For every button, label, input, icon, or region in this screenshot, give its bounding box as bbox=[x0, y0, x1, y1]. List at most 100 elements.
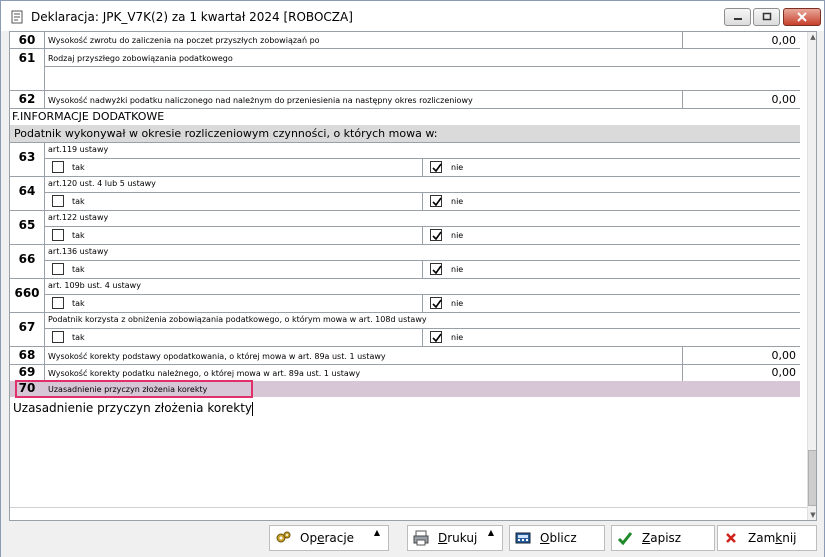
value-field-69[interactable]: 0,00 bbox=[686, 366, 797, 379]
scroll-thumb[interactable] bbox=[808, 450, 816, 506]
field-label: art.119 ustawy bbox=[48, 145, 109, 154]
field-number: 68 bbox=[18, 348, 36, 362]
field-number: 66 bbox=[18, 252, 36, 266]
nie-label: nie bbox=[451, 231, 464, 240]
justification-textarea[interactable]: Uzasadnienie przyczyn złożenia korekty bbox=[11, 399, 801, 499]
field-number: 62 bbox=[18, 92, 36, 106]
minimize-button[interactable] bbox=[724, 8, 751, 26]
label-part: blicz bbox=[549, 531, 577, 545]
nie-checkbox[interactable] bbox=[430, 195, 442, 207]
title-bar[interactable]: Deklaracja: JPK_V7K(2) za 1 kwartał 2024… bbox=[1, 1, 824, 31]
field-number: 63 bbox=[18, 150, 36, 164]
window-title: Deklaracja: JPK_V7K(2) za 1 kwartał 2024… bbox=[31, 10, 353, 24]
label-accel: O bbox=[540, 531, 550, 545]
dropdown-caret-icon: ▲ bbox=[487, 528, 494, 537]
value-field-68[interactable]: 0,00 bbox=[686, 349, 797, 362]
calculator-icon bbox=[515, 532, 531, 544]
label-part: apisz bbox=[650, 531, 682, 545]
tak-label: tak bbox=[72, 333, 85, 342]
scroll-up-icon[interactable]: ▲ bbox=[809, 32, 816, 42]
label-part: Op bbox=[300, 531, 318, 545]
field-label: art. 109b ust. 4 ustawy bbox=[48, 281, 141, 290]
nie-checkbox[interactable] bbox=[430, 229, 442, 241]
nie-label: nie bbox=[451, 265, 464, 274]
check-icon bbox=[432, 265, 442, 275]
field-number: 65 bbox=[18, 218, 36, 232]
checkmark-icon bbox=[617, 532, 633, 546]
field-label: Podatnik korzysta z obniżenia zobowiązan… bbox=[48, 315, 427, 324]
horizontal-scrollbar[interactable] bbox=[10, 507, 807, 520]
label-accel: k bbox=[775, 531, 783, 545]
value-field-62[interactable]: 0,00 bbox=[686, 93, 797, 106]
field-label: Wysokość korekty podatku należnego, o kt… bbox=[48, 369, 361, 378]
tak-checkbox[interactable] bbox=[52, 263, 64, 275]
label-part: Zam bbox=[748, 531, 776, 545]
field-number: 61 bbox=[18, 51, 36, 65]
check-icon bbox=[432, 299, 442, 309]
field-label: Rodzaj przyszłego zobowiązania podatkowe… bbox=[48, 54, 233, 63]
check-icon bbox=[432, 231, 442, 241]
tak-checkbox[interactable] bbox=[52, 297, 64, 309]
value-field-61[interactable] bbox=[45, 67, 800, 90]
action-bar: Op e racje ▲ Drukuj ▲ Oblicz Z apisz Zam… bbox=[1, 523, 824, 557]
scroll-down-icon[interactable]: ▼ bbox=[809, 510, 816, 520]
tak-label: tak bbox=[72, 299, 85, 308]
section-title: F.INFORMACJE DODATKOWE bbox=[12, 110, 165, 123]
tak-checkbox[interactable] bbox=[52, 331, 64, 343]
label-part: rukuj bbox=[447, 531, 478, 545]
operacje-button[interactable]: Op e racje ▲ bbox=[269, 525, 389, 551]
field-label: art.122 ustawy bbox=[48, 213, 109, 222]
dropdown-caret-icon: ▲ bbox=[373, 528, 380, 537]
zapisz-button[interactable]: Zapisz bbox=[611, 525, 715, 551]
field-number: 69 bbox=[18, 365, 36, 379]
document-icon bbox=[11, 10, 23, 24]
check-icon bbox=[432, 197, 442, 207]
nie-label: nie bbox=[451, 163, 464, 172]
tak-label: tak bbox=[72, 265, 85, 274]
tak-label: tak bbox=[72, 197, 85, 206]
label-accel: Z bbox=[642, 531, 651, 545]
tak-checkbox[interactable] bbox=[52, 229, 64, 241]
field-number: 67 bbox=[18, 320, 36, 334]
tak-checkbox[interactable] bbox=[52, 195, 64, 207]
check-icon bbox=[432, 333, 442, 343]
zamknij-button[interactable]: Zam k nij bbox=[717, 525, 817, 551]
nie-label: nie bbox=[451, 299, 464, 308]
minimize-icon bbox=[733, 18, 742, 20]
nie-checkbox[interactable] bbox=[430, 331, 442, 343]
value-field-60[interactable]: 0,00 bbox=[686, 34, 797, 47]
nie-checkbox[interactable] bbox=[430, 161, 442, 173]
label-part: nij bbox=[782, 531, 797, 545]
field-label: Wysokość korekty podstawy opodatkowania,… bbox=[48, 352, 386, 361]
gears-icon bbox=[276, 531, 291, 543]
drukuj-button[interactable]: Drukuj ▲ bbox=[407, 525, 503, 551]
label-accel: D bbox=[438, 531, 448, 545]
maximize-button[interactable] bbox=[753, 8, 780, 26]
textarea-text: Uzasadnienie przyczyn złożenia korekty bbox=[13, 401, 252, 415]
field-label: Wysokość nadwyżki podatku naliczonego na… bbox=[48, 96, 473, 105]
field-label: Wysokość zwrotu do zaliczenia na poczet … bbox=[48, 36, 320, 45]
close-icon bbox=[726, 533, 736, 543]
declaration-window: Deklaracja: JPK_V7K(2) za 1 kwartał 2024… bbox=[0, 0, 825, 557]
label-part: racje bbox=[324, 531, 355, 545]
text-cursor bbox=[252, 401, 253, 416]
restore-icon bbox=[762, 12, 771, 21]
vertical-scrollbar[interactable]: ▲ ▼ bbox=[807, 32, 816, 520]
tak-label: tak bbox=[72, 231, 85, 240]
oblicz-button[interactable]: Oblicz bbox=[509, 525, 605, 551]
nie-checkbox[interactable] bbox=[430, 263, 442, 275]
tak-label: tak bbox=[72, 163, 85, 172]
tak-checkbox[interactable] bbox=[52, 161, 64, 173]
field-number: 660 bbox=[14, 286, 40, 300]
check-icon bbox=[432, 163, 442, 173]
field-label: art.120 ust. 4 lub 5 ustawy bbox=[48, 179, 156, 188]
close-window-button[interactable] bbox=[783, 8, 821, 26]
label-accel: e bbox=[317, 531, 325, 545]
nie-label: nie bbox=[451, 333, 464, 342]
subsection-header: Podatnik wykonywał w okresie rozliczenio… bbox=[10, 125, 800, 142]
field-number: 64 bbox=[18, 184, 36, 198]
highlight-box bbox=[15, 380, 253, 398]
nie-checkbox[interactable] bbox=[430, 297, 442, 309]
field-label: art.136 ustawy bbox=[48, 247, 109, 256]
field-number: 60 bbox=[18, 33, 36, 47]
